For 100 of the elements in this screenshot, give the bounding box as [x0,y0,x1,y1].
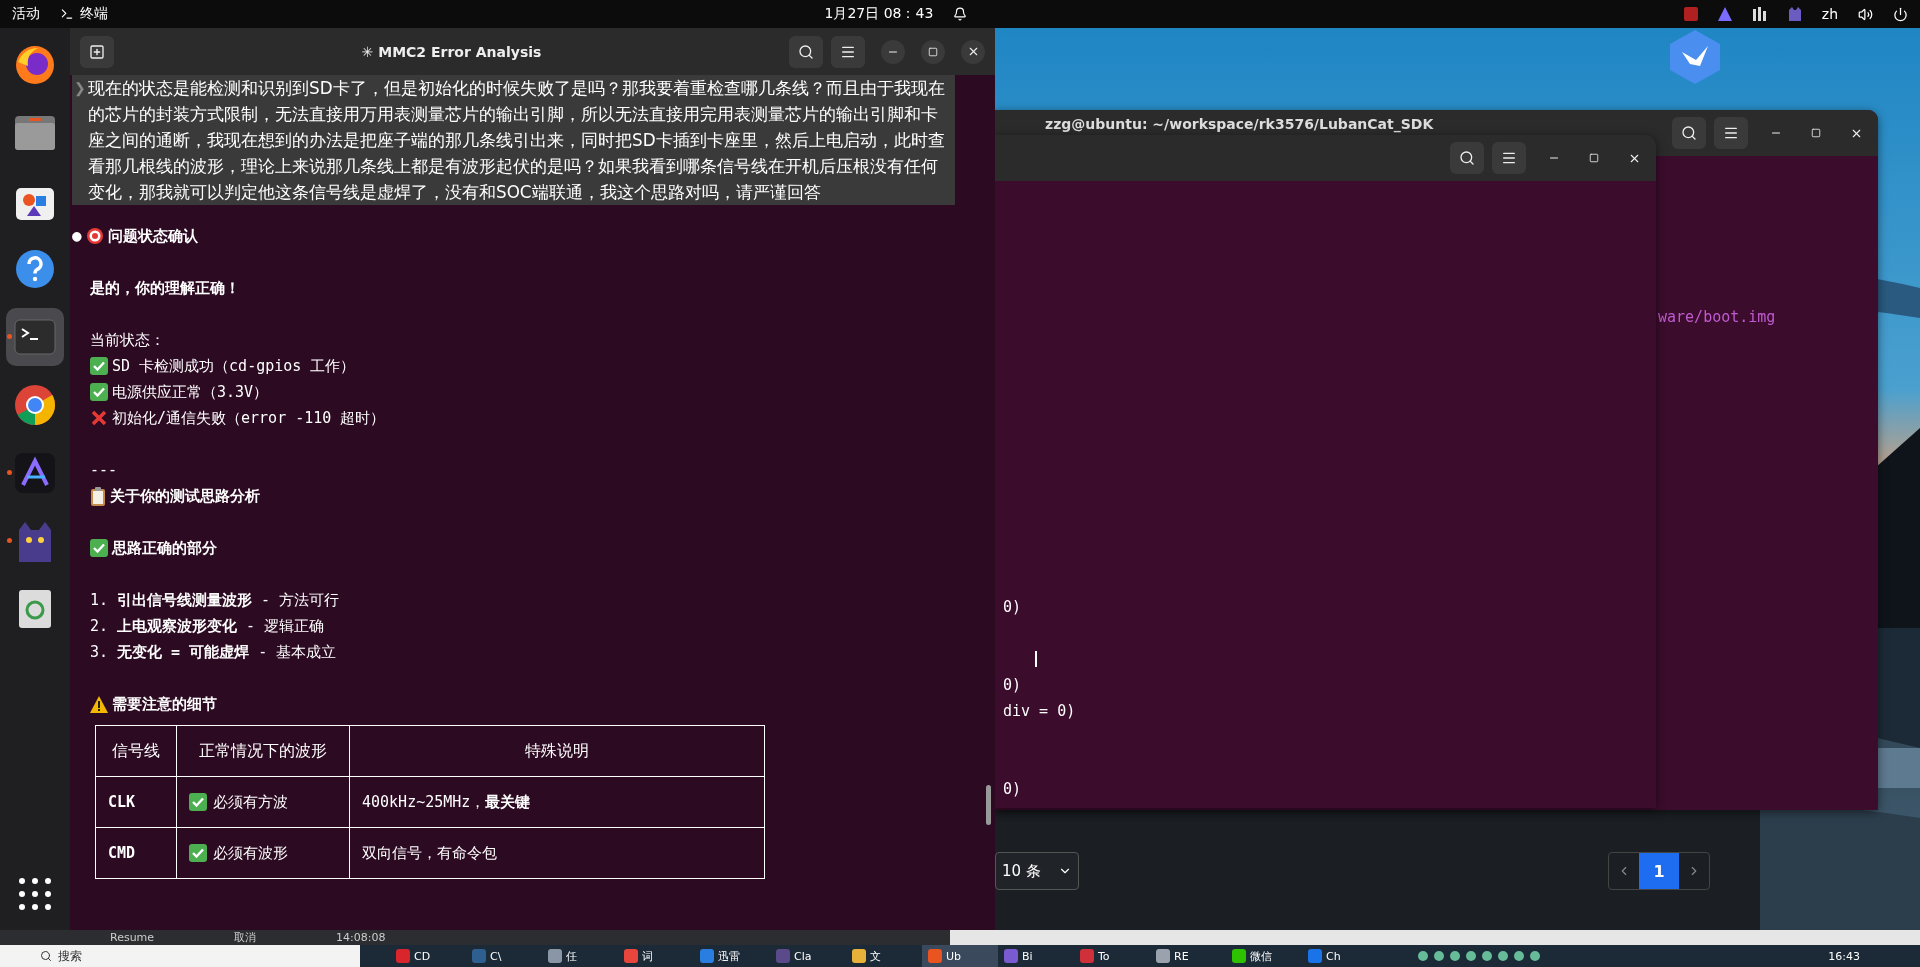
search-button[interactable] [789,35,823,68]
notification-bell-icon[interactable] [953,7,968,21]
terminal-icon [14,319,56,355]
search-icon [798,43,814,60]
output-line: 0) [1003,597,1023,618]
check-mark-icon [90,357,108,375]
chrome-icon [13,383,57,427]
page-size-select[interactable]: 10 条 [995,852,1079,890]
recycle-bin-icon [18,589,52,629]
output-line: 是的，你的理解正确！ [90,278,240,299]
section-heading: 问题状态确认 [107,226,198,247]
column-header: 特殊说明 [349,725,765,777]
page-button[interactable]: 1 [1639,853,1679,889]
clock-button[interactable]: 1月27日 08：43 [824,5,934,23]
table-cell: 14:08:08 [336,930,386,945]
column-header: 信号线 [95,725,177,777]
folder-icon [14,114,56,152]
section-heading: 关于你的测试思路分析 [110,486,260,507]
output-line: 3. 无变化 = 可能虚焊 - 基本成立 [90,642,337,663]
menu-button[interactable] [831,35,865,68]
maximize-icon [928,46,938,57]
output-line: 0) [1003,675,1023,696]
section-heading: 思路正确的部分 [112,538,217,559]
output-line: ware/boot.img [1658,308,1777,326]
cell-text: 必须有方波 [213,792,288,813]
terminal-icon [60,7,74,21]
cat-icon[interactable] [1787,7,1802,21]
column-header: 正常情况下的波形 [176,725,350,777]
search-button[interactable] [1450,142,1484,174]
minimize-button[interactable] [881,39,905,64]
table-cell: 双向信号，有命令包 [349,827,765,879]
menu-button[interactable] [1492,142,1526,174]
taskbar-app[interactable]: CD [390,945,466,967]
output-line: SD 卡检测成功（cd-gpios 工作） [112,356,356,377]
output-line: --- [90,460,118,481]
help-icon [14,248,56,290]
check-mark-icon [189,844,207,862]
menu-icon [1501,150,1517,166]
search-icon [40,950,52,962]
check-mark-icon [90,539,108,557]
taskbar-app[interactable]: Bi [998,945,1074,967]
output-line: 当前状态： [90,330,165,351]
table-cell: 400kHz~25MHz，最关键 [349,776,765,828]
text-cursor-icon [1035,651,1037,667]
cell-text: 必须有波形 [213,843,288,864]
warning-icon [90,695,108,713]
output-line: 初始化/通信失败（error -110 超时） [112,408,386,429]
message-text: 现在的状态是能检测和识别到SD卡了，但是初始化的时候失败了是吗？那我要着重检查哪几条线？而且由于我现在的芯片的封装方式限制，无法直接用万用表测量芯片的输出引脚，所以无法直接用完用表测量芯片的输出引脚和卡座之间的通断，我现在想到的办法是把座子端的那几条线引出来，同时把SD卡插到卡座里，然后上电启动，此时查看那几根线的波形，理论上来说那几条线上都是有波形起伏的是吗？如果我看到哪条信号线在开机后压根没有任何变化，那我就可以判定他这条信号线是虚焊了，没有和SOC端联通，我这个思路对吗，请严谨回答 [88,77,946,204]
taskbar-app[interactable]: 迅雷 [694,945,770,967]
table-cell: CLK [95,776,177,828]
prompt-marker: ❯ [74,79,86,99]
activities-button[interactable]: 活动 [12,5,40,23]
check-mark-icon [189,793,207,811]
taskbar-app[interactable]: 任 [542,945,618,967]
output-line: 1. 引出信号线测量波形 - 方法可行 [90,590,340,611]
tray-app-icon[interactable] [1751,7,1768,21]
search-icon [1459,150,1475,166]
maximize-icon [1589,153,1599,163]
new-tab-button[interactable] [80,35,114,68]
check-mark-icon [90,383,108,401]
search-button[interactable] [1672,117,1706,149]
app-menu-button[interactable]: 终端 [60,5,108,23]
input-method-button[interactable]: zh [1821,6,1838,22]
letter-a-logo-icon [15,453,55,493]
taskbar-app[interactable]: To [1074,945,1150,967]
close-button[interactable] [961,39,985,64]
volume-icon[interactable] [1858,6,1873,22]
power-icon[interactable] [1893,6,1908,22]
table-cell: 取消 [234,930,257,945]
output-line: div = 0) [1003,701,1077,722]
maximize-button[interactable] [921,39,945,64]
section-heading: 需要注意的细节 [112,694,217,715]
cross-mark-icon [90,409,108,427]
menu-button[interactable] [1714,117,1748,149]
bird-app-icon[interactable] [1670,30,1720,84]
output-line: 2. 上电观察波形变化 - 逻辑正确 [90,616,325,637]
output-line: 电源供应正常（3.3V） [112,382,269,403]
taskbar-app[interactable]: 词 [618,945,694,967]
taskbar-app[interactable]: Cla [770,945,846,967]
taskbar-app[interactable]: RE [1150,945,1226,967]
menu-icon [1723,125,1739,141]
target-icon [85,227,104,245]
search-field[interactable]: 搜索 [0,945,360,967]
taskbar-app[interactable]: 文 [846,945,922,967]
plus-icon [89,43,105,60]
show-apps-icon[interactable] [19,878,51,910]
taskbar-app[interactable]: 微信 [1226,945,1302,967]
output-line: 0) [1003,779,1023,800]
table-cell: CMD [95,827,177,879]
search-icon [1681,125,1697,141]
scrollbar[interactable] [986,785,991,825]
firefox-icon [14,44,56,86]
window-title: zzg@ubuntu: ~/workspace/rk3576/LubanCat_SDK [1045,116,1435,132]
table-cell: Resume [110,930,155,945]
taskbar-app[interactable]: C\ [466,945,542,967]
taskbar-app[interactable]: Ch [1302,945,1378,967]
bullet: ● [72,225,82,247]
taskbar-clock[interactable]: 16:43 [1828,949,1860,963]
clipboard-icon [90,486,106,506]
taskbar-app[interactable]: Ub [922,945,998,967]
